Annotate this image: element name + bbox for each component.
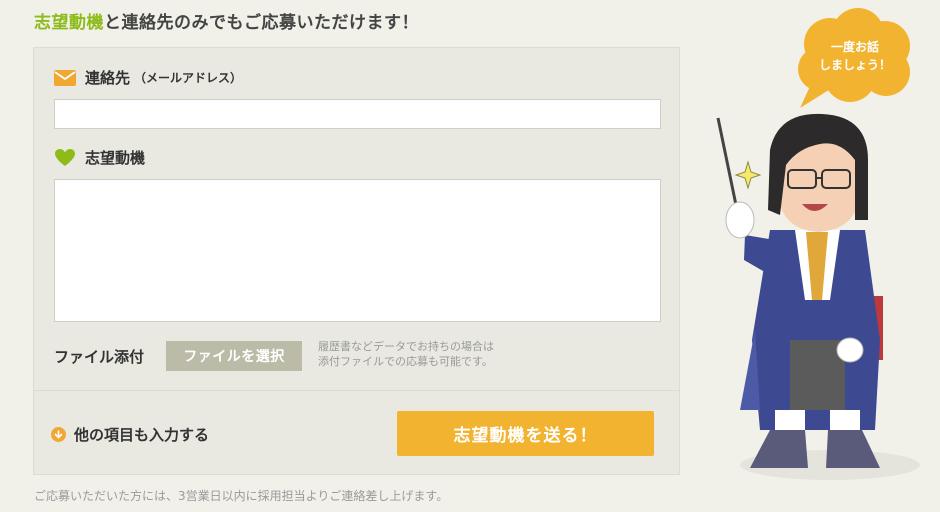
headline-rest: と連絡先のみでもご応募いただけます！ [104,13,419,33]
motivation-textarea[interactable] [54,179,661,322]
page-headline: 志望動機と連絡先のみでもご応募いただけます！ [34,8,419,33]
contact-label: 連絡先 [85,69,131,87]
file-attach-note: 履歴書などデータでお持ちの場合は 添付ファイルでの応募も可能です。 [318,339,494,369]
form-divider [34,390,679,391]
arrow-down-circle-icon [51,427,66,442]
heart-icon [54,148,76,167]
application-form: 連絡先 （メールアドレス） 志望動機 ファイル添付 ファイルを選択 履歴書などデ… [33,47,680,475]
show-more-fields-link[interactable]: 他の項目も入力する [51,424,209,445]
contact-label-row: 連絡先 （メールアドレス） [54,67,242,88]
file-note-line2: 添付ファイルでの応募も可能です。 [318,355,493,368]
mascot-illustration [716,113,920,480]
mail-icon [54,69,76,87]
file-note-line1: 履歴書などデータでお持ちの場合は [318,340,494,353]
speech-line2: しましょう！ [818,58,891,72]
speech-line1: 一度お話 [830,40,879,54]
motivation-label: 志望動機 [85,149,146,167]
headline-highlight: 志望動機 [34,13,104,33]
choose-file-button[interactable]: ファイルを選択 [166,341,302,371]
file-attach-label: ファイル添付 [54,348,145,366]
contact-sub-label: （メールアドレス） [134,71,243,85]
footnote: ご応募いただいた方には、3営業日以内に採用担当よりご連絡差し上げます。 [34,489,449,503]
email-field[interactable] [54,99,661,129]
submit-motivation-button[interactable]: 志望動機を送る！ [397,411,654,456]
motivation-label-row: 志望動機 [54,147,145,168]
show-more-fields-label: 他の項目も入力する [74,426,210,444]
speech-text: 一度お話 しましょう！ [790,38,920,74]
